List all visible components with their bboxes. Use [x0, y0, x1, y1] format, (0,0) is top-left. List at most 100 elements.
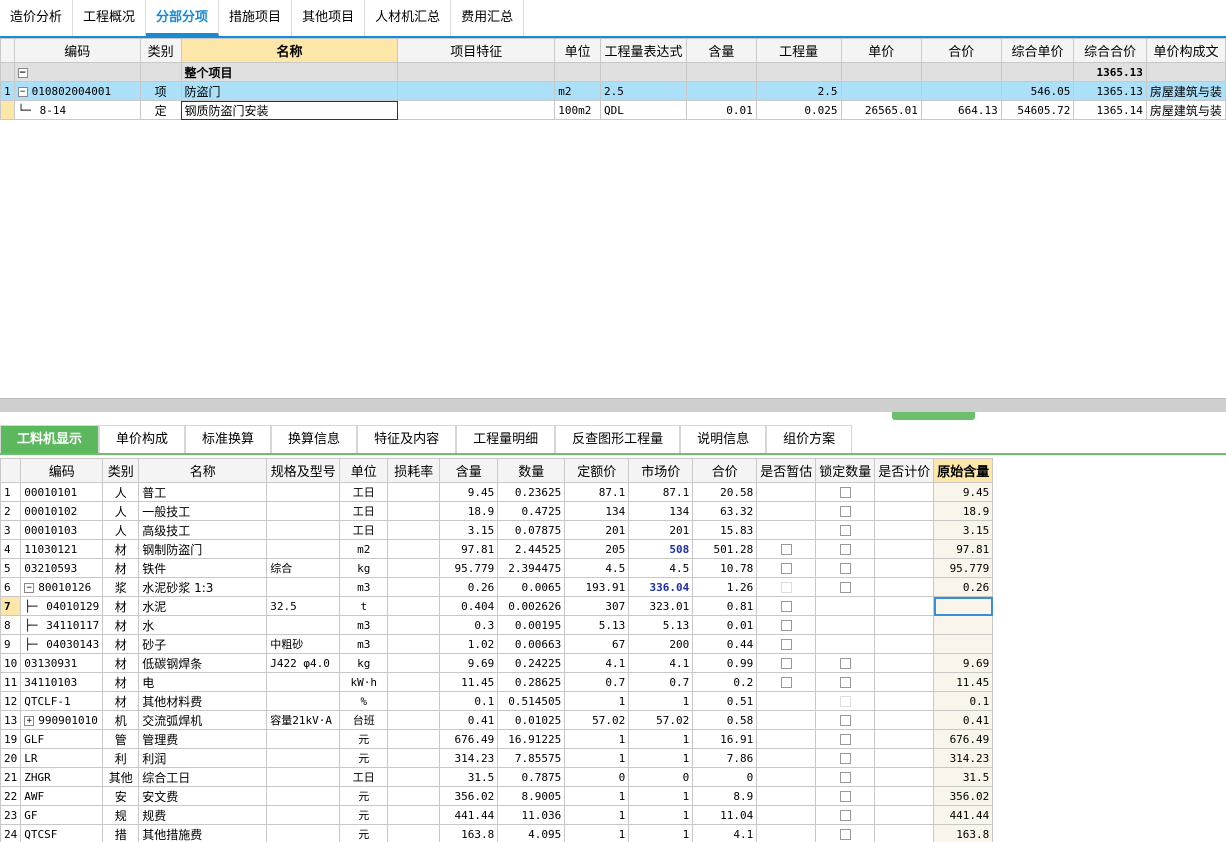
estimate-checkbox[interactable]	[780, 677, 792, 688]
col-header-code[interactable]: 编码	[13, 38, 141, 63]
resource-original-content[interactable]: 9.45	[933, 482, 994, 502]
resource-quota-price[interactable]: 0.7	[564, 672, 630, 692]
resource-content[interactable]: 0.3	[439, 615, 499, 635]
resource-content[interactable]: 441.44	[439, 805, 499, 825]
resource-unit[interactable]: t	[339, 596, 389, 616]
resource-market-price[interactable]: 336.04	[628, 577, 694, 597]
priced-cell[interactable]	[874, 805, 935, 825]
resource-market-price[interactable]: 1	[628, 805, 694, 825]
resource-spec[interactable]	[266, 615, 341, 635]
resource-content[interactable]: 163.8	[439, 824, 499, 842]
resource-loss[interactable]	[387, 710, 441, 730]
resource-unit[interactable]: m2	[339, 539, 389, 559]
resource-content[interactable]: 95.779	[439, 558, 499, 578]
resource-unit[interactable]: m3	[339, 577, 389, 597]
col-header-sum[interactable]: 合价	[692, 458, 758, 483]
resource-qty[interactable]: 0.28625	[497, 672, 566, 692]
resource-unit[interactable]: 工日	[339, 482, 389, 502]
priced-cell[interactable]	[874, 634, 935, 654]
resource-loss[interactable]	[387, 824, 441, 842]
resource-content[interactable]: 0.26	[439, 577, 499, 597]
priced-cell[interactable]	[874, 691, 935, 711]
resource-quota-price[interactable]: 1	[564, 691, 630, 711]
resource-unit[interactable]: kg	[339, 653, 389, 673]
resource-content[interactable]: 0.41	[439, 710, 499, 730]
resource-qty[interactable]: 0.23625	[497, 482, 566, 502]
resource-loss[interactable]	[387, 653, 441, 673]
resource-loss[interactable]	[387, 691, 441, 711]
resource-content[interactable]: 356.02	[439, 786, 499, 806]
lock-qty-checkbox[interactable]	[839, 734, 851, 745]
resource-loss[interactable]	[387, 634, 441, 654]
resource-spec[interactable]	[266, 520, 341, 540]
table-row[interactable]: 10 03130931 材低碳钢焊条 J422 φ4.0 kg 9.69 0.24225 4.…	[0, 653, 994, 673]
resource-loss[interactable]	[387, 786, 441, 806]
resource-market-price[interactable]: 1	[628, 824, 694, 842]
resource-quota-price[interactable]: 1	[564, 748, 630, 768]
col-header-content[interactable]: 含量	[685, 38, 757, 63]
col-header-name[interactable]: 名称	[180, 38, 399, 63]
resource-original-content[interactable]: 11.45	[933, 672, 994, 692]
table-row[interactable]: 22 AWF 安安文费元 356.02 8.9005 1 1 8.9 356.02	[0, 786, 994, 806]
col-header-content[interactable]: 含量	[439, 458, 499, 483]
resource-name[interactable]: 低碳钢焊条	[138, 653, 268, 673]
tab-cost-analysis[interactable]: 造价分析	[0, 0, 74, 36]
resource-loss[interactable]	[387, 577, 441, 597]
priced-cell[interactable]	[874, 501, 935, 521]
resource-market-price[interactable]: 57.02	[628, 710, 694, 730]
col-header-price[interactable]: 单价	[840, 38, 922, 63]
estimate-checkbox[interactable]	[780, 639, 792, 650]
resource-market-price[interactable]: 4.1	[628, 653, 694, 673]
resource-spec[interactable]	[266, 748, 341, 768]
resource-unit[interactable]: 工日	[339, 767, 389, 787]
resource-qty[interactable]: 2.394475	[497, 558, 566, 578]
lock-qty-checkbox[interactable]	[839, 544, 851, 555]
resource-quota-price[interactable]: 1	[564, 729, 630, 749]
resource-loss[interactable]	[387, 615, 441, 635]
priced-cell[interactable]	[874, 786, 935, 806]
resource-market-price[interactable]: 87.1	[628, 482, 694, 502]
col-header-unit[interactable]: 单位	[554, 38, 602, 63]
resource-content[interactable]: 9.69	[439, 653, 499, 673]
resource-name[interactable]: 普工	[138, 482, 268, 502]
resource-original-content[interactable]: 0.1	[933, 691, 994, 711]
resource-market-price[interactable]: 1	[628, 729, 694, 749]
resource-qty[interactable]: 0.7875	[497, 767, 566, 787]
table-row[interactable]: 20 LR 利利润元 314.23 7.85575 1 1 7.86 314.23	[0, 748, 994, 768]
collapse-icon[interactable]: −	[24, 582, 35, 593]
resource-quota-price[interactable]: 201	[564, 520, 630, 540]
resource-market-price[interactable]: 0.7	[628, 672, 694, 692]
tab-sub-items[interactable]: 分部分项	[146, 0, 220, 36]
resource-qty[interactable]: 0.0065	[497, 577, 566, 597]
resource-spec[interactable]	[266, 501, 341, 521]
resource-content[interactable]: 31.5	[439, 767, 499, 787]
priced-cell[interactable]	[874, 482, 935, 502]
resource-spec[interactable]	[266, 824, 341, 842]
resource-qty[interactable]: 7.85575	[497, 748, 566, 768]
resource-name[interactable]: 砂子	[138, 634, 268, 654]
priced-cell[interactable]	[874, 520, 935, 540]
col-header-total[interactable]: 综合合价	[1073, 38, 1147, 63]
col-header-original-content[interactable]: 原始含量	[933, 458, 994, 483]
table-row[interactable]: 5 03210593 材铁件 综合 kg 95.779 2.394475 4.5 4.5 10.7…	[0, 558, 994, 578]
col-header-lock-qty[interactable]: 锁定数量	[815, 458, 876, 483]
resource-name[interactable]: 水	[138, 615, 268, 635]
resource-original-content[interactable]	[933, 615, 994, 635]
resource-name[interactable]: 其他材料费	[138, 691, 268, 711]
tab-resource-display[interactable]: 工料机显示	[0, 425, 100, 453]
col-header-unit-price[interactable]: 综合单价	[1000, 38, 1075, 63]
col-header-name[interactable]: 名称	[138, 458, 268, 483]
resource-market-price[interactable]: 5.13	[628, 615, 694, 635]
lock-qty-checkbox[interactable]	[839, 829, 851, 840]
resource-original-content[interactable]: 95.779	[933, 558, 994, 578]
resource-content[interactable]: 3.15	[439, 520, 499, 540]
resource-name[interactable]: 电	[138, 672, 268, 692]
col-header-unit[interactable]: 单位	[339, 458, 389, 483]
resource-spec[interactable]: J422 φ4.0	[266, 653, 341, 673]
resource-loss[interactable]	[387, 672, 441, 692]
lock-qty-checkbox[interactable]	[839, 810, 851, 821]
collapse-icon[interactable]: −	[17, 67, 28, 78]
resource-quota-price[interactable]: 57.02	[564, 710, 630, 730]
resource-original-content[interactable]: 441.44	[933, 805, 994, 825]
lock-qty-checkbox[interactable]	[839, 582, 851, 593]
